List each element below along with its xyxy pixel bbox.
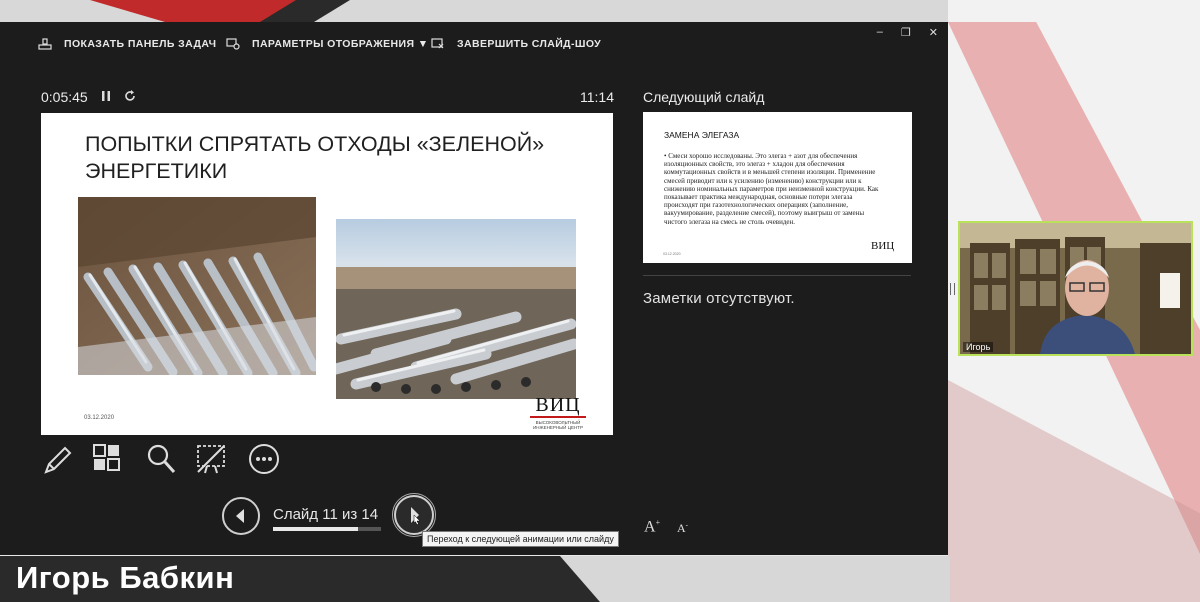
- show-taskbar-button[interactable]: ПОКАЗАТЬ ПАНЕЛЬ ЗАДАЧ: [38, 38, 216, 50]
- slide-photo-blades-landfill: [336, 219, 576, 399]
- next-slide-logo: ВИЦ: [871, 240, 895, 252]
- pane-splitter-handle[interactable]: [950, 283, 955, 295]
- participant-video[interactable]: Игорь: [958, 221, 1193, 356]
- presenter-view: ПОКАЗАТЬ ПАНЕЛЬ ЗАДАЧ ПАРАМЕТРЫ ОТОБРАЖЕ…: [0, 22, 948, 555]
- next-slide-button[interactable]: [392, 493, 436, 537]
- speaker-name: Игорь Бабкин: [16, 560, 235, 595]
- show-taskbar-label: ПОКАЗАТЬ ПАНЕЛЬ ЗАДАЧ: [64, 38, 217, 50]
- next-slide-body: • Смеси хорошо исследованы. Это элегаз +…: [664, 152, 879, 226]
- next-slide-preview[interactable]: ЗАМЕНА ЭЛЕГАЗА • Смеси хорошо исследован…: [643, 112, 912, 263]
- speaker-notes: Заметки отсутствуют.: [643, 290, 795, 307]
- increase-font-button[interactable]: A+: [644, 518, 660, 536]
- viz-logo: ВИЦ ВЫСОКОВОЛЬТНЫЙ ИНЖЕНЕРНЫЙ ЦЕНТР: [527, 395, 589, 430]
- next-animation-tooltip: Переход к следующей анимации или слайду: [422, 531, 619, 547]
- pen-icon[interactable]: [41, 442, 75, 476]
- slide-date: 03.12.2020: [84, 415, 115, 421]
- close-button[interactable]: ✕: [929, 26, 938, 39]
- pane-divider: [643, 275, 911, 276]
- end-slideshow-icon: [431, 38, 445, 50]
- slide-counter[interactable]: Слайд 11 из 14: [273, 506, 378, 523]
- chevron-left-icon: [236, 509, 244, 523]
- all-slides-icon[interactable]: [91, 442, 125, 476]
- participant-video-frame: [960, 223, 1191, 354]
- current-time: 11:14: [580, 89, 614, 105]
- end-slideshow-label: ЗАВЕРШИТЬ СЛАЙД-ШОУ: [457, 38, 602, 50]
- participant-name: Игорь: [963, 342, 994, 352]
- restart-timer-icon[interactable]: [122, 87, 138, 105]
- display-settings-label: ПАРАМЕТРЫ ОТОБРАЖЕНИЯ ▼: [252, 38, 429, 50]
- window-controls: – ❐ ✕: [877, 26, 938, 39]
- zoom-icon[interactable]: [144, 442, 178, 476]
- previous-slide-button[interactable]: [222, 497, 260, 535]
- next-slide-title: ЗАМЕНА ЭЛЕГАЗА: [664, 130, 740, 140]
- decrease-font-button[interactable]: A-: [677, 521, 688, 536]
- more-options-icon[interactable]: [247, 442, 281, 476]
- chevron-right-icon: [411, 507, 421, 526]
- minimize-button[interactable]: –: [877, 26, 883, 39]
- presenter-toolbar: ПОКАЗАТЬ ПАНЕЛЬ ЗАДАЧ ПАРАМЕТРЫ ОТОБРАЖЕ…: [0, 22, 948, 70]
- slide-photo-blades-buried: [78, 197, 316, 375]
- slide-progress-fill: [273, 527, 358, 531]
- pause-icon[interactable]: [98, 87, 114, 105]
- display-settings-button[interactable]: ПАРАМЕТРЫ ОТОБРАЖЕНИЯ ▼: [226, 38, 429, 50]
- next-slide-date: 03.12.2020: [663, 252, 681, 256]
- slide-progress-bar: [273, 527, 381, 531]
- end-slideshow-button[interactable]: ЗАВЕРШИТЬ СЛАЙД-ШОУ: [431, 38, 601, 50]
- taskbar-icon: [38, 38, 52, 50]
- black-screen-icon[interactable]: [195, 442, 229, 476]
- slide-title: ПОПЫТКИ СПРЯТАТЬ ОТХОДЫ «ЗЕЛЕНОЙ» ЭНЕРГЕ…: [85, 132, 545, 183]
- display-settings-icon: [226, 38, 240, 50]
- next-slide-label: Следующий слайд: [643, 89, 765, 105]
- slide-tools: [41, 442, 301, 478]
- restore-button[interactable]: ❐: [901, 26, 911, 39]
- elapsed-timer: 0:05:45: [41, 89, 88, 105]
- current-slide[interactable]: ПОПЫТКИ СПРЯТАТЬ ОТХОДЫ «ЗЕЛЕНОЙ» ЭНЕРГЕ…: [41, 113, 613, 435]
